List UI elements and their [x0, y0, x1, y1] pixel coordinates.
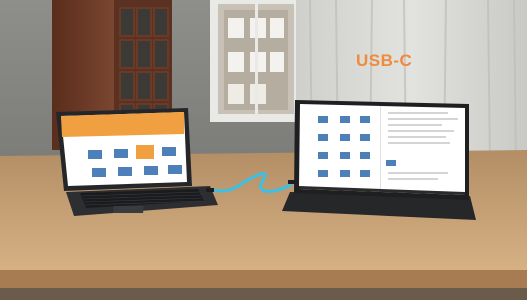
floor-shadow — [0, 288, 527, 300]
monitor-divider — [380, 106, 381, 192]
laptop-touchpad — [113, 206, 144, 213]
product-photo: USB-C — [0, 0, 527, 300]
photo-illustration — [0, 0, 527, 300]
usb-c-plug-laptop — [206, 188, 214, 192]
usb-c-label: USB-C — [356, 51, 413, 70]
portable-monitor — [282, 100, 476, 220]
table-edge — [0, 270, 527, 288]
laptop-screen-header — [61, 112, 184, 137]
